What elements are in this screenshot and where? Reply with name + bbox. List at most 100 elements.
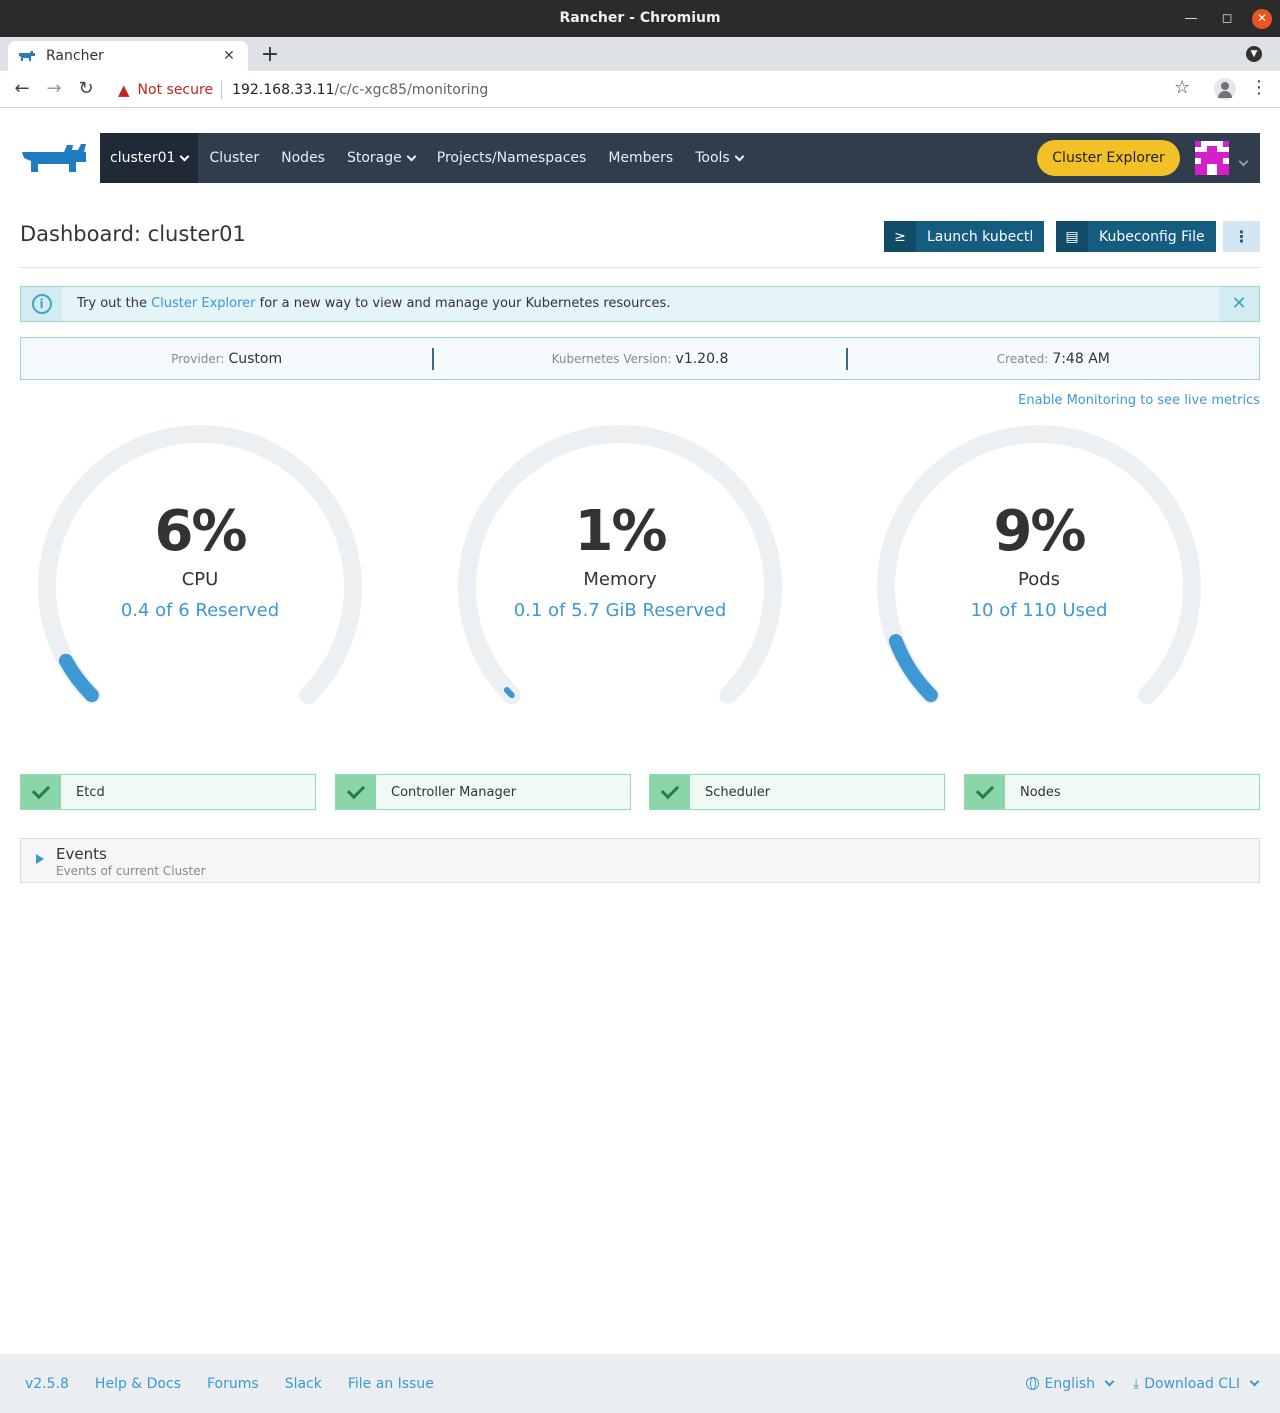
omnibox-divider [221,80,223,99]
launch-kubectl-button[interactable]: ≥ Launch kubectl [884,221,1045,252]
nav-item-projects-namespaces[interactable]: Projects/Namespaces [426,133,598,183]
health-check-label: Etcd [76,784,105,800]
gauge-pods: 9% Pods 10 of 110 Used [859,415,1219,725]
gauge-fill [503,686,515,699]
back-icon[interactable]: ← [10,77,34,101]
tab-title: Rancher [46,48,104,64]
cluster-name: cluster01 [110,150,176,166]
nav-item-label: Members [608,150,674,166]
language-label: English [1044,1375,1096,1392]
nav-item-members[interactable]: Members [597,133,684,183]
gauge-label: CPU [181,569,219,590]
tab-strip: Rancher ✕ + ▼ [0,37,1280,71]
browser-tab[interactable]: Rancher ✕ [8,41,248,71]
cluster-explorer-link[interactable]: Cluster Explorer [151,296,255,311]
cluster-info-strip: Provider: Custom Kubernetes Version: v1.20… [20,337,1260,380]
cluster-selector[interactable]: cluster01 [100,133,199,183]
health-check-nodes: Nodes [964,774,1260,810]
nav-item-label: Storage [346,150,402,166]
health-check-controller-manager: Controller Manager [335,774,631,810]
gauge-cpu: 6% CPU 0.4 of 6 Reserved [20,415,380,725]
gauge-track [458,425,782,705]
chevron-down-icon [179,151,190,161]
terminal-icon: ≥ [884,221,916,252]
file-icon: ▤ [1056,221,1088,252]
kubeconfig-file-button[interactable]: ▤ Kubeconfig File [1056,221,1216,252]
nav-item-label: Projects/Namespaces [436,150,587,166]
download-icon: ⤓ [1133,1375,1140,1392]
created-info: Created: 7:48 AM [848,351,1259,367]
divider [20,267,1260,268]
window-titlebar: Rancher - Chromium — ◻ ✕ [0,0,1280,37]
language-selector[interactable]: English [1026,1375,1115,1392]
user-avatar[interactable] [1195,141,1229,175]
gauge-label: Pods [1017,569,1061,590]
reload-icon[interactable]: ↻ [74,77,98,101]
download-cli-dropdown[interactable]: ⤓ Download CLI [1133,1375,1260,1392]
warning-icon: ▲ [118,80,130,99]
gauge-percent: 1% [574,499,667,564]
nav-item-nodes[interactable]: Nodes [270,133,336,183]
health-check-etcd: Etcd [20,774,316,810]
not-secure-label: Not secure [137,81,214,98]
provider-info: Provider: Custom [21,351,432,367]
nav-item-storage[interactable]: Storage [336,133,426,183]
events-title: Events [56,845,107,863]
created-label: Created: [996,351,1049,366]
check-icon [650,775,690,809]
page-footer: v2.5.8 Help & Docs Forums Slack File an Iss… [0,1354,1280,1413]
gauge-memory: 1% Memory 0.1 of 5.7 GiB Reserved [440,415,800,725]
gauge-detail: 0.1 of 5.7 GiB Reserved [513,600,727,621]
banner-prefix: Try out the [77,296,147,311]
k8s-label: Kubernetes Version: [551,351,672,366]
minimize-icon[interactable]: — [1180,8,1202,30]
chevron-down-icon [734,151,745,161]
bookmark-star-icon[interactable]: ☆ [1174,77,1190,98]
health-check-scheduler: Scheduler [649,774,945,810]
forward-icon[interactable]: → [42,77,66,101]
url-host: 192.168.33.11 [232,81,335,98]
cluster-explorer-button[interactable]: Cluster Explorer [1037,140,1180,176]
maximize-icon[interactable]: ◻ [1216,8,1238,30]
browser-menu-icon[interactable]: ⋮ [1250,77,1268,98]
avatar-chevron-down-icon[interactable] [1234,150,1249,169]
info-icon: i [31,294,52,314]
address-bar[interactable]: ▲ Not secure 192.168.33.11 /c/c-xgc85/mo… [110,75,1210,104]
nav-item-label: Tools [695,150,730,166]
tab-close-icon[interactable]: ✕ [220,48,238,64]
k8s-version-info: Kubernetes Version: v1.20.8 [434,351,845,367]
check-icon [965,775,1005,809]
chevron-down-icon [1104,1376,1115,1387]
more-actions-button[interactable]: ⋮ [1223,221,1260,252]
check-icon [21,775,61,809]
footer-link-slack[interactable]: Slack [285,1376,322,1392]
banner-text: Try out the Cluster Explorer for a new w… [77,287,670,321]
footer-link-forums[interactable]: Forums [207,1376,259,1392]
url-path: /c/c-xgc85/monitoring [334,81,489,98]
banner-suffix: for a new way to view and manage your Ku… [259,296,671,311]
page-title: Dashboard: cluster01 [20,222,246,246]
gauge-label: Memory [583,569,657,590]
rancher-logo[interactable] [20,140,88,176]
enable-monitoring-link[interactable]: Enable Monitoring to see live metrics [1018,393,1260,408]
health-check-label: Controller Manager [391,784,517,800]
created-value: 7:48 AM [1052,350,1110,367]
nav-item-cluster[interactable]: Cluster [198,133,270,183]
version-label[interactable]: v2.5.8 [25,1376,69,1392]
footer-link-help-docs[interactable]: Help & Docs [95,1376,181,1392]
rancher-favicon-icon [18,49,36,63]
profile-icon[interactable] [1214,78,1236,100]
check-icon [336,775,376,809]
health-check-label: Scheduler [705,784,771,800]
expand-triangle-icon[interactable] [36,854,44,864]
banner-close-icon[interactable]: ✕ [1219,287,1259,321]
tab-search-icon[interactable]: ▼ [1246,46,1262,62]
gauge-track [38,425,362,705]
footer-link-file-an-issue[interactable]: File an Issue [348,1376,434,1392]
nav-item-tools[interactable]: Tools [684,133,754,183]
events-section[interactable]: Events Events of current Cluster [20,838,1260,883]
new-tab-icon[interactable]: + [258,43,282,67]
launch-kubectl-label: Launch kubectl [927,228,1034,245]
info-banner: i Try out the Cluster Explorer for a new… [20,286,1260,322]
close-window-icon[interactable]: ✕ [1252,8,1272,29]
